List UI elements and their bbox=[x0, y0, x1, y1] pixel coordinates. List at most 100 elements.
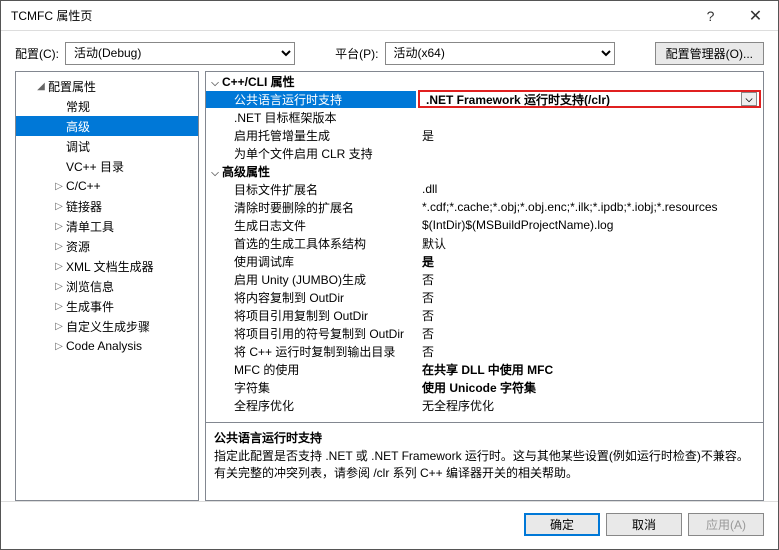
tree-root[interactable]: ◢配置属性 bbox=[16, 76, 198, 96]
property-grid[interactable]: ⌵C++/CLI 属性 公共语言运行时支持.NET Framework 运行时支… bbox=[206, 72, 763, 422]
config-select[interactable]: 活动(Debug) bbox=[65, 42, 295, 65]
property-name: 首选的生成工具体系结构 bbox=[206, 235, 416, 252]
expand-icon: ▷ bbox=[52, 341, 66, 352]
tree-item[interactable]: 高级 bbox=[16, 116, 198, 136]
property-name: 将项目引用的符号复制到 OutDir bbox=[206, 325, 416, 342]
help-button[interactable]: ? bbox=[688, 1, 733, 31]
config-manager-button[interactable]: 配置管理器(O)... bbox=[655, 42, 764, 65]
property-value[interactable]: 否 bbox=[416, 325, 763, 342]
property-name: 公共语言运行时支持 bbox=[206, 91, 416, 108]
property-value[interactable]: 否 bbox=[416, 289, 763, 306]
tree-item[interactable]: VC++ 目录 bbox=[16, 156, 198, 176]
property-row[interactable]: 将内容复制到 OutDir否 bbox=[206, 288, 763, 306]
property-value[interactable]: .dll bbox=[416, 182, 763, 196]
description-panel: 公共语言运行时支持 指定此配置是否支持 .NET 或 .NET Framewor… bbox=[206, 422, 763, 500]
tree-item-label: XML 文档生成器 bbox=[66, 258, 154, 275]
collapse-icon: ◢ bbox=[34, 81, 48, 92]
property-row[interactable]: 公共语言运行时支持.NET Framework 运行时支持(/clr)⌵ bbox=[206, 90, 763, 108]
tree-item-label: 资源 bbox=[66, 238, 90, 255]
description-body: 指定此配置是否支持 .NET 或 .NET Framework 运行时。这与其他… bbox=[214, 448, 755, 482]
property-value[interactable]: 使用 Unicode 字符集 bbox=[416, 379, 763, 396]
tree-item[interactable]: ▷清单工具 bbox=[16, 216, 198, 236]
dialog-footer: 确定 取消 应用(A) bbox=[1, 501, 778, 546]
property-row[interactable]: 全程序优化无全程序优化 bbox=[206, 396, 763, 414]
category-tree[interactable]: ◢配置属性 常规高级调试VC++ 目录▷C/C++▷链接器▷清单工具▷资源▷XM… bbox=[15, 71, 199, 501]
property-row[interactable]: 启用 Unity (JUMBO)生成否 bbox=[206, 270, 763, 288]
property-value[interactable]: 是 bbox=[416, 127, 763, 144]
property-value[interactable]: 默认 bbox=[416, 235, 763, 252]
property-value[interactable]: $(IntDir)$(MSBuildProjectName).log bbox=[416, 218, 763, 232]
collapse-icon: ⌵ bbox=[208, 168, 222, 179]
tree-item[interactable]: 常规 bbox=[16, 96, 198, 116]
config-toolbar: 配置(C): 活动(Debug) 平台(P): 活动(x64) 配置管理器(O)… bbox=[1, 31, 778, 71]
property-name: .NET 目标框架版本 bbox=[206, 109, 416, 126]
chevron-down-icon[interactable]: ⌵ bbox=[741, 92, 757, 106]
property-row[interactable]: 字符集使用 Unicode 字符集 bbox=[206, 378, 763, 396]
category-header[interactable]: ⌵高级属性 bbox=[206, 162, 763, 180]
property-row[interactable]: 清除时要删除的扩展名*.cdf;*.cache;*.obj;*.obj.enc;… bbox=[206, 198, 763, 216]
property-name: 将项目引用复制到 OutDir bbox=[206, 307, 416, 324]
expand-icon: ▷ bbox=[52, 261, 66, 272]
property-row[interactable]: MFC 的使用在共享 DLL 中使用 MFC bbox=[206, 360, 763, 378]
expand-icon: ▷ bbox=[52, 321, 66, 332]
property-name: 生成日志文件 bbox=[206, 217, 416, 234]
property-row[interactable]: 使用调试库是 bbox=[206, 252, 763, 270]
cancel-button[interactable]: 取消 bbox=[606, 513, 682, 536]
category-header[interactable]: ⌵C++/CLI 属性 bbox=[206, 72, 763, 90]
tree-item[interactable]: 调试 bbox=[16, 136, 198, 156]
property-value[interactable]: 否 bbox=[416, 307, 763, 324]
property-row[interactable]: 首选的生成工具体系结构默认 bbox=[206, 234, 763, 252]
expand-icon: ▷ bbox=[52, 181, 66, 192]
property-value[interactable]: 否 bbox=[416, 343, 763, 360]
property-name: 启用 Unity (JUMBO)生成 bbox=[206, 271, 416, 288]
property-row[interactable]: 启用托管增量生成是 bbox=[206, 126, 763, 144]
property-value[interactable]: *.cdf;*.cache;*.obj;*.obj.enc;*.ilk;*.ip… bbox=[416, 200, 763, 214]
title-bar: TCMFC 属性页 ? ✕ bbox=[1, 1, 778, 31]
tree-item-label: 常规 bbox=[66, 98, 90, 115]
property-value[interactable]: .NET Framework 运行时支持(/clr)⌵ bbox=[418, 90, 761, 108]
description-title: 公共语言运行时支持 bbox=[214, 429, 755, 446]
property-name: 使用调试库 bbox=[206, 253, 416, 270]
property-value[interactable]: 无全程序优化 bbox=[416, 397, 763, 414]
property-value[interactable]: 否 bbox=[416, 271, 763, 288]
platform-select[interactable]: 活动(x64) bbox=[385, 42, 615, 65]
property-row[interactable]: 将项目引用复制到 OutDir否 bbox=[206, 306, 763, 324]
config-label: 配置(C): bbox=[15, 45, 59, 62]
property-value[interactable]: 在共享 DLL 中使用 MFC bbox=[416, 361, 763, 378]
close-button[interactable]: ✕ bbox=[733, 1, 778, 31]
tree-item-label: 高级 bbox=[66, 118, 90, 135]
property-name: 将 C++ 运行时复制到输出目录 bbox=[206, 343, 416, 360]
tree-item[interactable]: ▷XML 文档生成器 bbox=[16, 256, 198, 276]
property-name: 将内容复制到 OutDir bbox=[206, 289, 416, 306]
expand-icon: ▷ bbox=[52, 281, 66, 292]
property-row[interactable]: 将 C++ 运行时复制到输出目录否 bbox=[206, 342, 763, 360]
tree-item[interactable]: ▷Code Analysis bbox=[16, 336, 198, 356]
tree-item[interactable]: ▷自定义生成步骤 bbox=[16, 316, 198, 336]
tree-item-label: C/C++ bbox=[66, 179, 101, 193]
expand-icon: ▷ bbox=[52, 201, 66, 212]
property-row[interactable]: 目标文件扩展名.dll bbox=[206, 180, 763, 198]
expand-icon: ▷ bbox=[52, 301, 66, 312]
tree-item-label: 生成事件 bbox=[66, 298, 114, 315]
property-row[interactable]: 为单个文件启用 CLR 支持 bbox=[206, 144, 763, 162]
tree-item[interactable]: ▷生成事件 bbox=[16, 296, 198, 316]
apply-button[interactable]: 应用(A) bbox=[688, 513, 764, 536]
tree-item[interactable]: ▷资源 bbox=[16, 236, 198, 256]
property-row[interactable]: .NET 目标框架版本 bbox=[206, 108, 763, 126]
property-value[interactable]: 是 bbox=[416, 253, 763, 270]
tree-item-label: 自定义生成步骤 bbox=[66, 318, 150, 335]
property-name: 字符集 bbox=[206, 379, 416, 396]
tree-item[interactable]: ▷链接器 bbox=[16, 196, 198, 216]
tree-item[interactable]: ▷浏览信息 bbox=[16, 276, 198, 296]
window-title: TCMFC 属性页 bbox=[11, 7, 688, 24]
property-row[interactable]: 将项目引用的符号复制到 OutDir否 bbox=[206, 324, 763, 342]
property-name: 为单个文件启用 CLR 支持 bbox=[206, 145, 416, 162]
property-name: 全程序优化 bbox=[206, 397, 416, 414]
expand-icon: ▷ bbox=[52, 221, 66, 232]
ok-button[interactable]: 确定 bbox=[524, 513, 600, 536]
tree-item[interactable]: ▷C/C++ bbox=[16, 176, 198, 196]
tree-item-label: 链接器 bbox=[66, 198, 102, 215]
property-name: 清除时要删除的扩展名 bbox=[206, 199, 416, 216]
tree-item-label: VC++ 目录 bbox=[66, 158, 124, 175]
property-row[interactable]: 生成日志文件$(IntDir)$(MSBuildProjectName).log bbox=[206, 216, 763, 234]
